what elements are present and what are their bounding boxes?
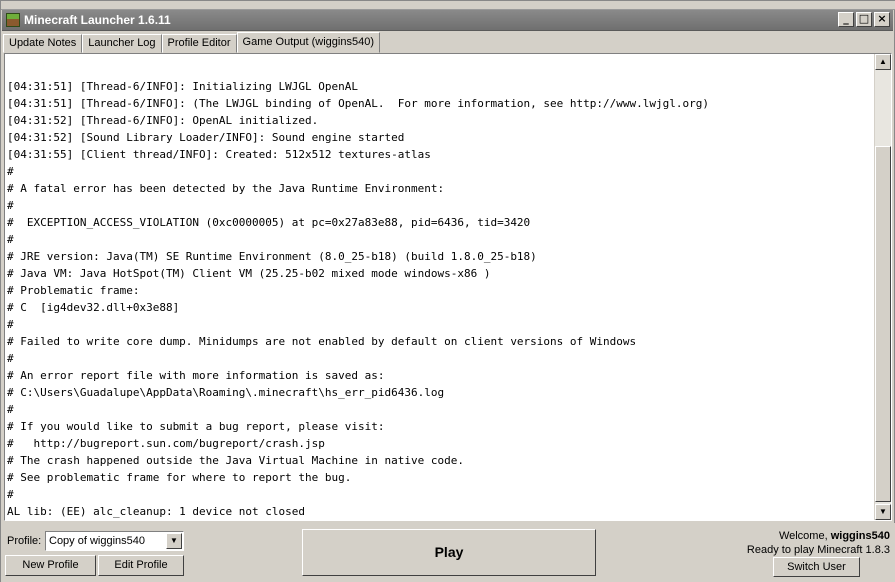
- output-line: #: [7, 199, 14, 212]
- scroll-down-arrow-icon[interactable]: ▼: [875, 504, 891, 520]
- output-line: [04:31:51] [Thread-6/INFO]: (The LWJGL b…: [7, 97, 709, 110]
- welcome-message: Welcome, wiggins540: [779, 530, 890, 542]
- output-line: [04:31:51] [Thread-6/INFO]: Initializing…: [7, 80, 358, 93]
- output-line: # JRE version: Java(TM) SE Runtime Envir…: [7, 250, 537, 263]
- ready-status: Ready to play Minecraft 1.8.3: [746, 544, 890, 556]
- window-title: Minecraft Launcher 1.6.11: [24, 13, 171, 27]
- output-line: # Java VM: Java HotSpot(TM) Client VM (2…: [7, 267, 491, 280]
- output-line: [04:31:52] [Thread-6/INFO]: OpenAL initi…: [7, 114, 319, 127]
- output-line: # http://bugreport.sun.com/bugreport/cra…: [7, 437, 325, 450]
- output-line: # C [ig4dev32.dll+0x3e88]: [7, 301, 180, 314]
- profile-select[interactable]: Copy of wiggins540 ▼: [45, 531, 184, 551]
- output-line: [04:31:55] [Client thread/INFO]: Created…: [7, 148, 431, 161]
- username: wiggins540: [830, 530, 890, 542]
- output-line: # Problematic frame:: [7, 284, 140, 297]
- output-line: #: [7, 488, 14, 501]
- minimize-button[interactable]: _: [838, 12, 854, 27]
- scrollbar-thumb[interactable]: [875, 146, 891, 502]
- bottom-bar: Profile: Copy of wiggins540 ▼ New Profil…: [1, 523, 895, 582]
- output-line: AL lib: (EE) alc_cleanup: 1 device not c…: [7, 505, 306, 518]
- output-lines: [04:31:51] [Thread-6/INFO]: Initializing…: [7, 78, 873, 518]
- tab-update-notes[interactable]: Update Notes: [3, 34, 83, 53]
- output-line: # C:\Users\Guadalupe\AppData\Roaming\.mi…: [7, 386, 445, 399]
- tab-profile-editor[interactable]: Profile Editor: [161, 34, 237, 53]
- output-line: #: [7, 352, 14, 365]
- output-line: #: [7, 318, 14, 331]
- output-line: # An error report file with more informa…: [7, 369, 385, 382]
- output-line: #: [7, 165, 14, 178]
- title-bar[interactable]: Minecraft Launcher 1.6.11 _ □ ×: [2, 10, 893, 31]
- tab-game-output[interactable]: Game Output (wiggins540): [236, 32, 380, 53]
- output-line: # The crash happened outside the Java Vi…: [7, 454, 464, 467]
- game-output-panel: [04:31:51] [Thread-6/INFO]: Initializing…: [4, 53, 892, 521]
- chevron-down-icon[interactable]: ▼: [166, 533, 182, 549]
- new-profile-button[interactable]: New Profile: [5, 555, 96, 576]
- tab-bar: Update Notes Launcher Log Profile Editor…: [3, 32, 380, 53]
- tab-launcher-log[interactable]: Launcher Log: [82, 34, 162, 53]
- output-line: # A fatal error has been detected by the…: [7, 182, 445, 195]
- output-line: # If you would like to submit a bug repo…: [7, 420, 385, 433]
- output-line: # Failed to write core dump. Minidumps a…: [7, 335, 637, 348]
- close-button[interactable]: ×: [874, 12, 890, 27]
- output-line: #: [7, 233, 14, 246]
- edit-profile-button[interactable]: Edit Profile: [98, 555, 184, 576]
- minecraft-grass-block-icon: [6, 13, 20, 27]
- launcher-window: Minecraft Launcher 1.6.11 _ □ × Update N…: [0, 0, 895, 582]
- profile-select-value: Copy of wiggins540: [49, 535, 146, 547]
- window-controls: _ □ ×: [838, 12, 890, 27]
- game-output-text[interactable]: [04:31:51] [Thread-6/INFO]: Initializing…: [7, 54, 873, 518]
- output-line: [04:31:52] [Sound Library Loader/INFO]: …: [7, 131, 405, 144]
- switch-user-button[interactable]: Switch User: [773, 557, 860, 577]
- maximize-button[interactable]: □: [856, 12, 872, 27]
- scroll-up-arrow-icon[interactable]: ▲: [875, 54, 891, 70]
- profile-label: Profile:: [7, 535, 42, 547]
- play-button[interactable]: Play: [302, 529, 596, 576]
- vertical-scrollbar[interactable]: ▲ ▼: [874, 54, 891, 520]
- output-line: #: [7, 403, 14, 416]
- output-line: # See problematic frame for where to rep…: [7, 471, 352, 484]
- welcome-prefix: Welcome,: [778, 530, 831, 542]
- top-strip: [1, 1, 895, 10]
- output-line: # EXCEPTION_ACCESS_VIOLATION (0xc0000005…: [7, 216, 531, 229]
